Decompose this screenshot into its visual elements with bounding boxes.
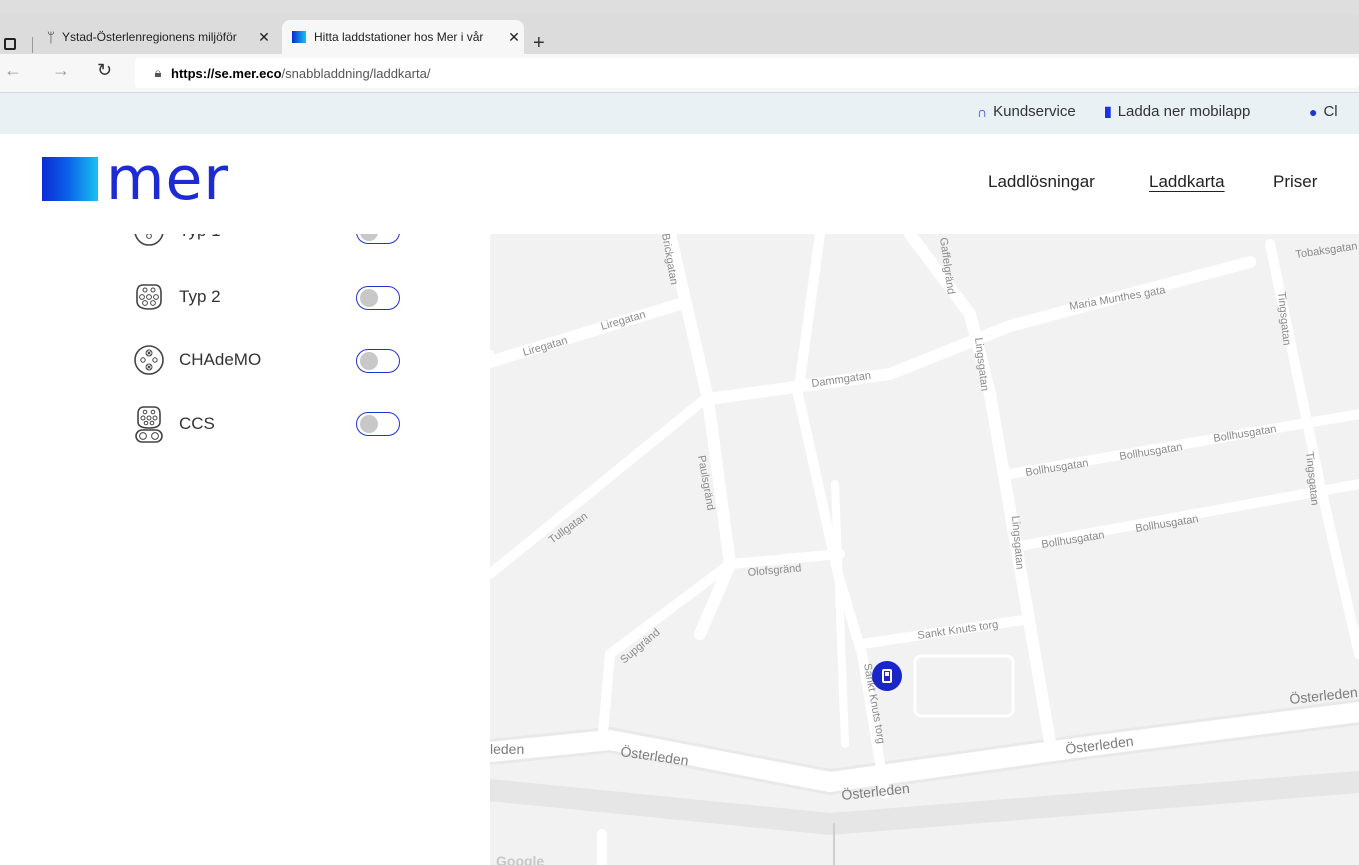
url-domain: https://se.mer.eco: [171, 65, 282, 81]
tab-mer[interactable]: Hitta laddstationer hos Mer i vår ✕: [282, 20, 524, 54]
site-header: mer Laddlösningar Laddkarta Priser: [0, 134, 1359, 234]
map-canvas: Tobaksgatan Gaffelgränd Maria Munthes ga…: [490, 234, 1359, 865]
tab-title: Ystad-Österlenregionens miljöför: [62, 30, 237, 44]
toggle-chademo[interactable]: [356, 349, 400, 373]
nav-laddlosningar[interactable]: Laddlösningar: [988, 172, 1095, 192]
url-path: /snabbladdning/laddkarta/: [281, 65, 431, 81]
street-label: Tobaksgatan: [1295, 240, 1358, 261]
mer-logo-text: mer: [106, 144, 230, 214]
new-tab-button[interactable]: +: [533, 32, 545, 55]
filter-label: CHAdeMO: [179, 350, 262, 369]
forward-icon[interactable]: →: [52, 60, 70, 81]
phone-icon: ▮: [1104, 103, 1112, 119]
toggle-ccs[interactable]: [356, 412, 400, 436]
charging-map[interactable]: Tobaksgatan Gaffelgränd Maria Munthes ga…: [490, 234, 1359, 865]
charging-station-icon: [882, 669, 892, 683]
download-app-link[interactable]: ▮ Ladda ner mobilapp: [1104, 103, 1250, 120]
typ2-connector-icon: [136, 284, 162, 310]
reload-icon[interactable]: ↻: [97, 60, 112, 81]
tab-bar: ᛘ Ystad-Österlenregionens miljöför ✕ Hit…: [0, 14, 1359, 54]
tab-separator: [32, 37, 33, 53]
toggle-typ2[interactable]: [356, 286, 400, 310]
filter-row-ccs: CCS: [133, 404, 374, 444]
street-label: Bollhusgatan: [1119, 441, 1184, 463]
street-label: Tingsgatan: [1275, 291, 1293, 346]
street-label: Lingsgatan: [1009, 515, 1026, 570]
street-label: Liregatan: [522, 335, 569, 359]
tab-actions-icon[interactable]: [4, 38, 16, 50]
street-label: Sankt Knuts torg: [917, 619, 999, 642]
account-link[interactable]: ● Cl: [1309, 103, 1338, 120]
nav-priser[interactable]: Priser: [1273, 172, 1317, 192]
ystad-logo-icon: ᛘ: [46, 29, 56, 45]
chademo-connector-icon: [134, 345, 164, 375]
lock-icon: 🔒︎: [154, 65, 162, 80]
address-bar: ← → ↻ 🔒︎ https://se.mer.eco/snabbladdnin…: [0, 54, 1359, 93]
square-outline: [913, 654, 1015, 718]
close-tab-icon[interactable]: ✕: [254, 29, 274, 46]
tab-ystad[interactable]: ᛘ Ystad-Österlenregionens miljöför ✕: [40, 20, 274, 54]
filter-label: CCS: [179, 414, 215, 433]
street-label: Liregatan: [600, 309, 647, 333]
account-icon: ●: [1309, 103, 1318, 120]
charging-station-pin[interactable]: [872, 661, 902, 691]
filter-label: Typ 2: [179, 287, 221, 306]
account-label: Cl: [1323, 103, 1338, 120]
kundservice-label: Kundservice: [993, 103, 1076, 120]
street-label: Lingsgatan: [972, 337, 990, 392]
road-network: [490, 234, 1359, 865]
street-label: Bollhusgatan: [1025, 457, 1090, 479]
mer-favicon-icon: [292, 31, 306, 43]
toggle-knob: [360, 415, 378, 433]
nav-laddkarta[interactable]: Laddkarta: [1149, 172, 1225, 192]
kundservice-link[interactable]: ∩ Kundservice: [977, 103, 1076, 120]
street-label: Maria Munthes gata: [1068, 284, 1167, 313]
filter-row-chademo: CHAdeMO: [133, 343, 374, 377]
mer-logo[interactable]: mer: [42, 144, 230, 214]
toggle-knob: [360, 352, 378, 370]
toggle-knob: [360, 289, 378, 307]
close-tab-icon[interactable]: ✕: [504, 29, 524, 46]
street-label: Dammgatan: [811, 370, 872, 390]
back-icon[interactable]: ←: [4, 60, 22, 81]
window-top-strip: [0, 0, 1359, 14]
tab-title: Hitta laddstationer hos Mer i vår: [314, 30, 484, 44]
mer-logo-mark-icon: [42, 157, 98, 201]
google-attribution: Google: [496, 853, 545, 865]
street-label: Bollhusgatan: [1213, 423, 1278, 445]
street-label: leden: [490, 741, 524, 757]
ccs-connector-icon: [135, 406, 163, 443]
download-app-label: Ladda ner mobilapp: [1117, 103, 1251, 120]
headset-icon: ∩: [977, 103, 988, 120]
service-bar: ∩ Kundservice ▮ Ladda ner mobilapp ● Cl: [0, 93, 1359, 134]
filter-row-typ2: Typ 2: [133, 280, 374, 314]
url-field[interactable]: 🔒︎ https://se.mer.eco/snabbladdning/ladd…: [135, 58, 1359, 88]
